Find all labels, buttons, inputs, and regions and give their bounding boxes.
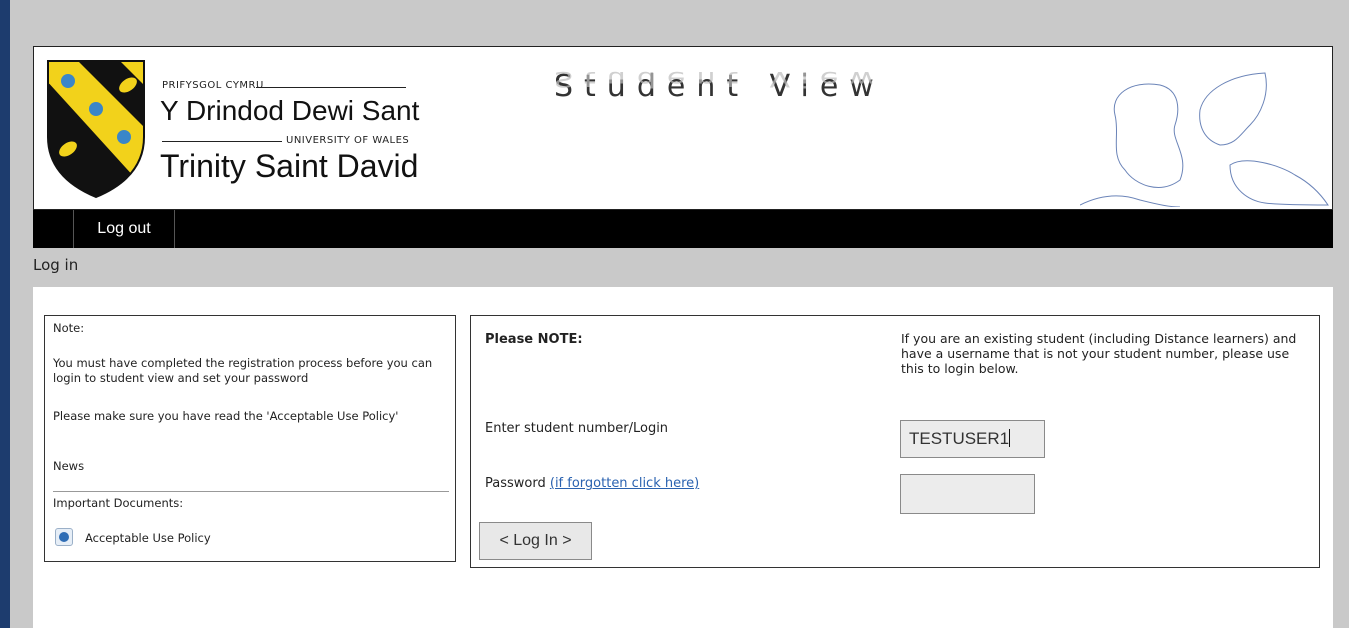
main-content: Note: You must have completed the regist… — [33, 287, 1333, 628]
student-number-input[interactable]: TESTUSER1 — [900, 420, 1045, 458]
login-panel: Please NOTE: If you are an existing stud… — [470, 315, 1320, 568]
brand-welsh-name: Y Drindod Dewi Sant — [160, 95, 420, 126]
nav-bar: Log out — [33, 210, 1333, 248]
brand-uow-text: UNIVERSITY OF WALES — [286, 135, 410, 146]
note-panel: Note: You must have completed the regist… — [44, 315, 456, 562]
divider — [53, 491, 449, 492]
password-label: Password — [485, 476, 546, 491]
login-button[interactable]: < Log In > — [479, 522, 592, 560]
login-info-text: If you are an existing student (includin… — [901, 331, 1297, 376]
policy-reminder: Please make sure you have read the 'Acce… — [53, 409, 399, 423]
password-input[interactable] — [900, 474, 1035, 514]
please-note-heading: Please NOTE: — [485, 332, 583, 347]
brand-rule — [162, 141, 282, 142]
text-caret — [1009, 429, 1011, 447]
registration-note: You must have completed the registration… — [53, 356, 433, 385]
note-heading: Note: — [53, 321, 85, 335]
brand-top-text: PRIFYSGOL CYMRU — [162, 80, 264, 91]
brand-english-name: Trinity Saint David — [160, 148, 419, 184]
globe-icon[interactable] — [55, 528, 73, 546]
student-number-value: TESTUSER1 — [909, 429, 1010, 448]
news-heading: News — [53, 459, 85, 473]
login-label: Enter student number/Login — [485, 421, 669, 436]
brand-rule — [256, 87, 406, 88]
decorative-leaf-graphic — [1080, 72, 1329, 207]
forgot-password-link[interactable]: (if forgotten click here) — [550, 476, 699, 491]
password-label-row: Password (if forgotten click here) — [485, 476, 699, 491]
site-header: PRIFYSGOL CYMRU Y Drindod Dewi Sant UNIV… — [33, 46, 1333, 210]
acceptable-use-policy-link[interactable]: Acceptable Use Policy — [85, 531, 211, 546]
left-accent-bar — [0, 0, 10, 628]
documents-heading: Important Documents: — [53, 496, 184, 510]
app-title-reflection: Student View — [554, 66, 885, 92]
logout-button[interactable]: Log out — [73, 210, 175, 248]
page-title: Log in — [33, 256, 79, 274]
university-shield-logo — [47, 60, 145, 199]
